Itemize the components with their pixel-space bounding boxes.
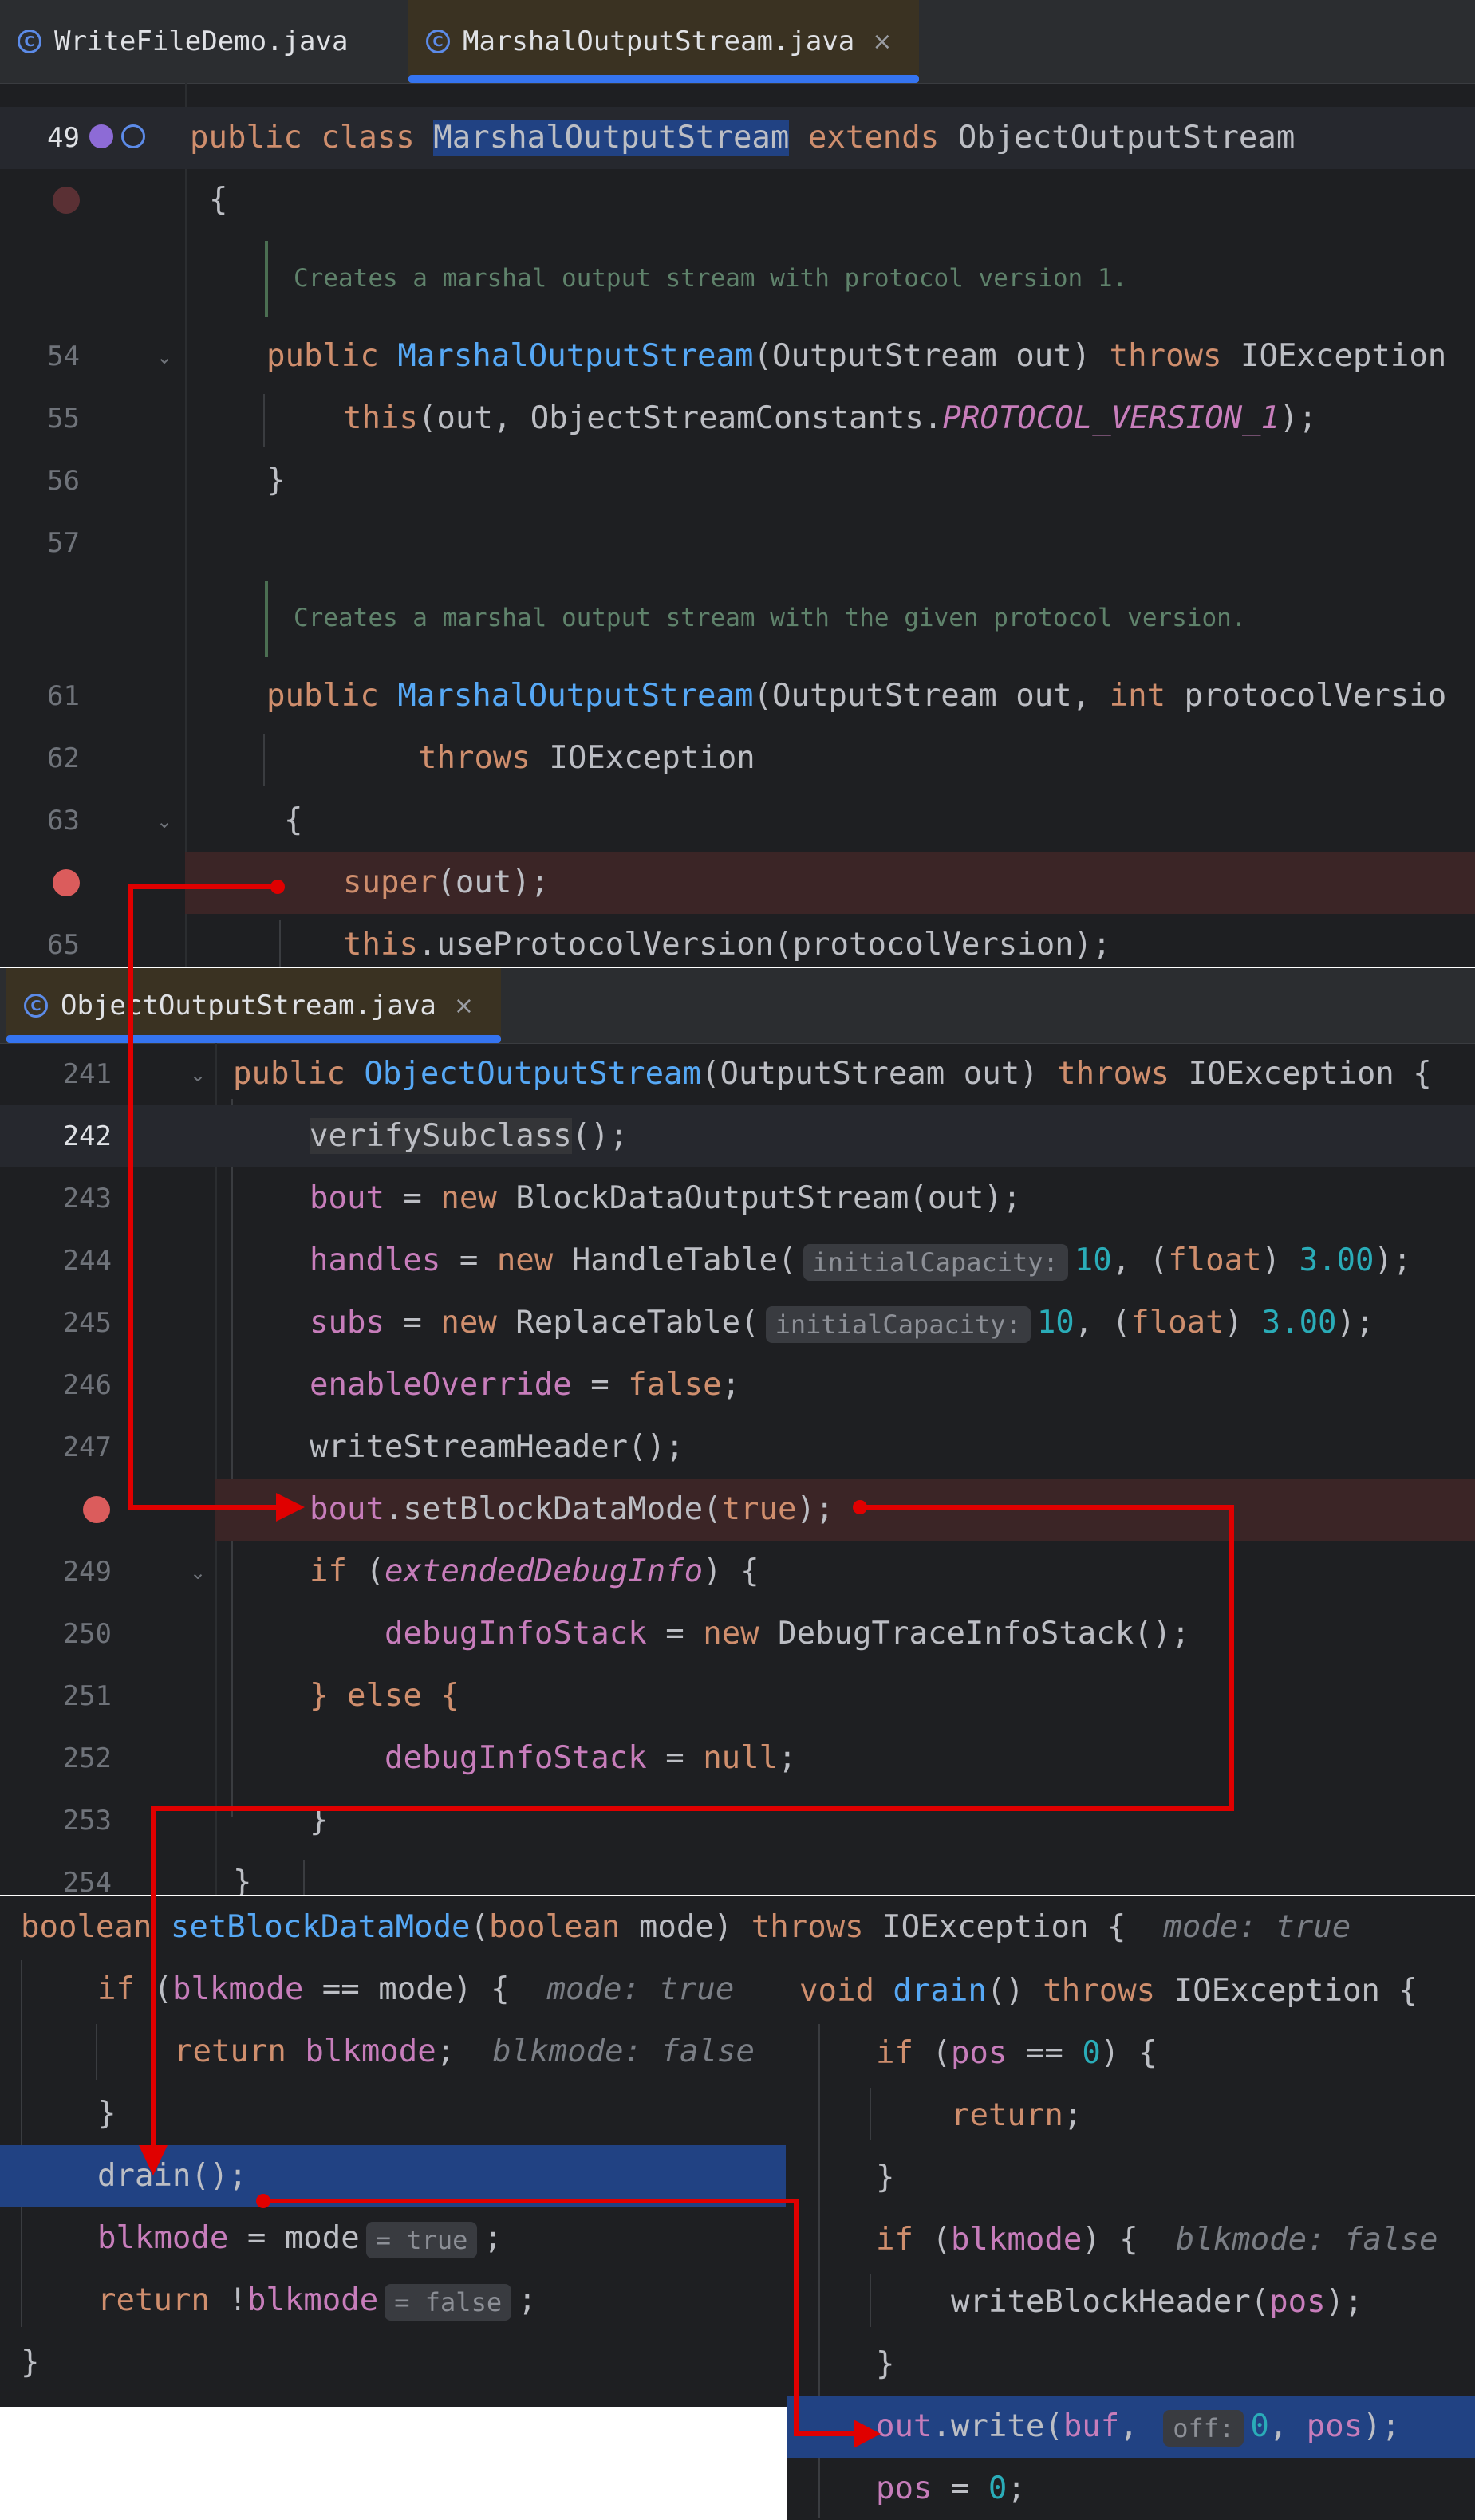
arrow-set-block-mode-to-impl — [151, 1505, 1234, 2147]
arrow-start-dot — [256, 2194, 270, 2208]
arrow-super-to-set-block-mode — [128, 884, 278, 1510]
arrow-drain-to-write — [263, 2199, 855, 2436]
arrow-start-dot — [270, 880, 285, 894]
arrow-head — [139, 2145, 168, 2175]
call-flow-arrows — [128, 880, 1234, 2448]
arrow-head — [854, 2420, 881, 2448]
arrow-head — [276, 1493, 305, 1522]
arrow-start-dot — [853, 1500, 867, 1514]
